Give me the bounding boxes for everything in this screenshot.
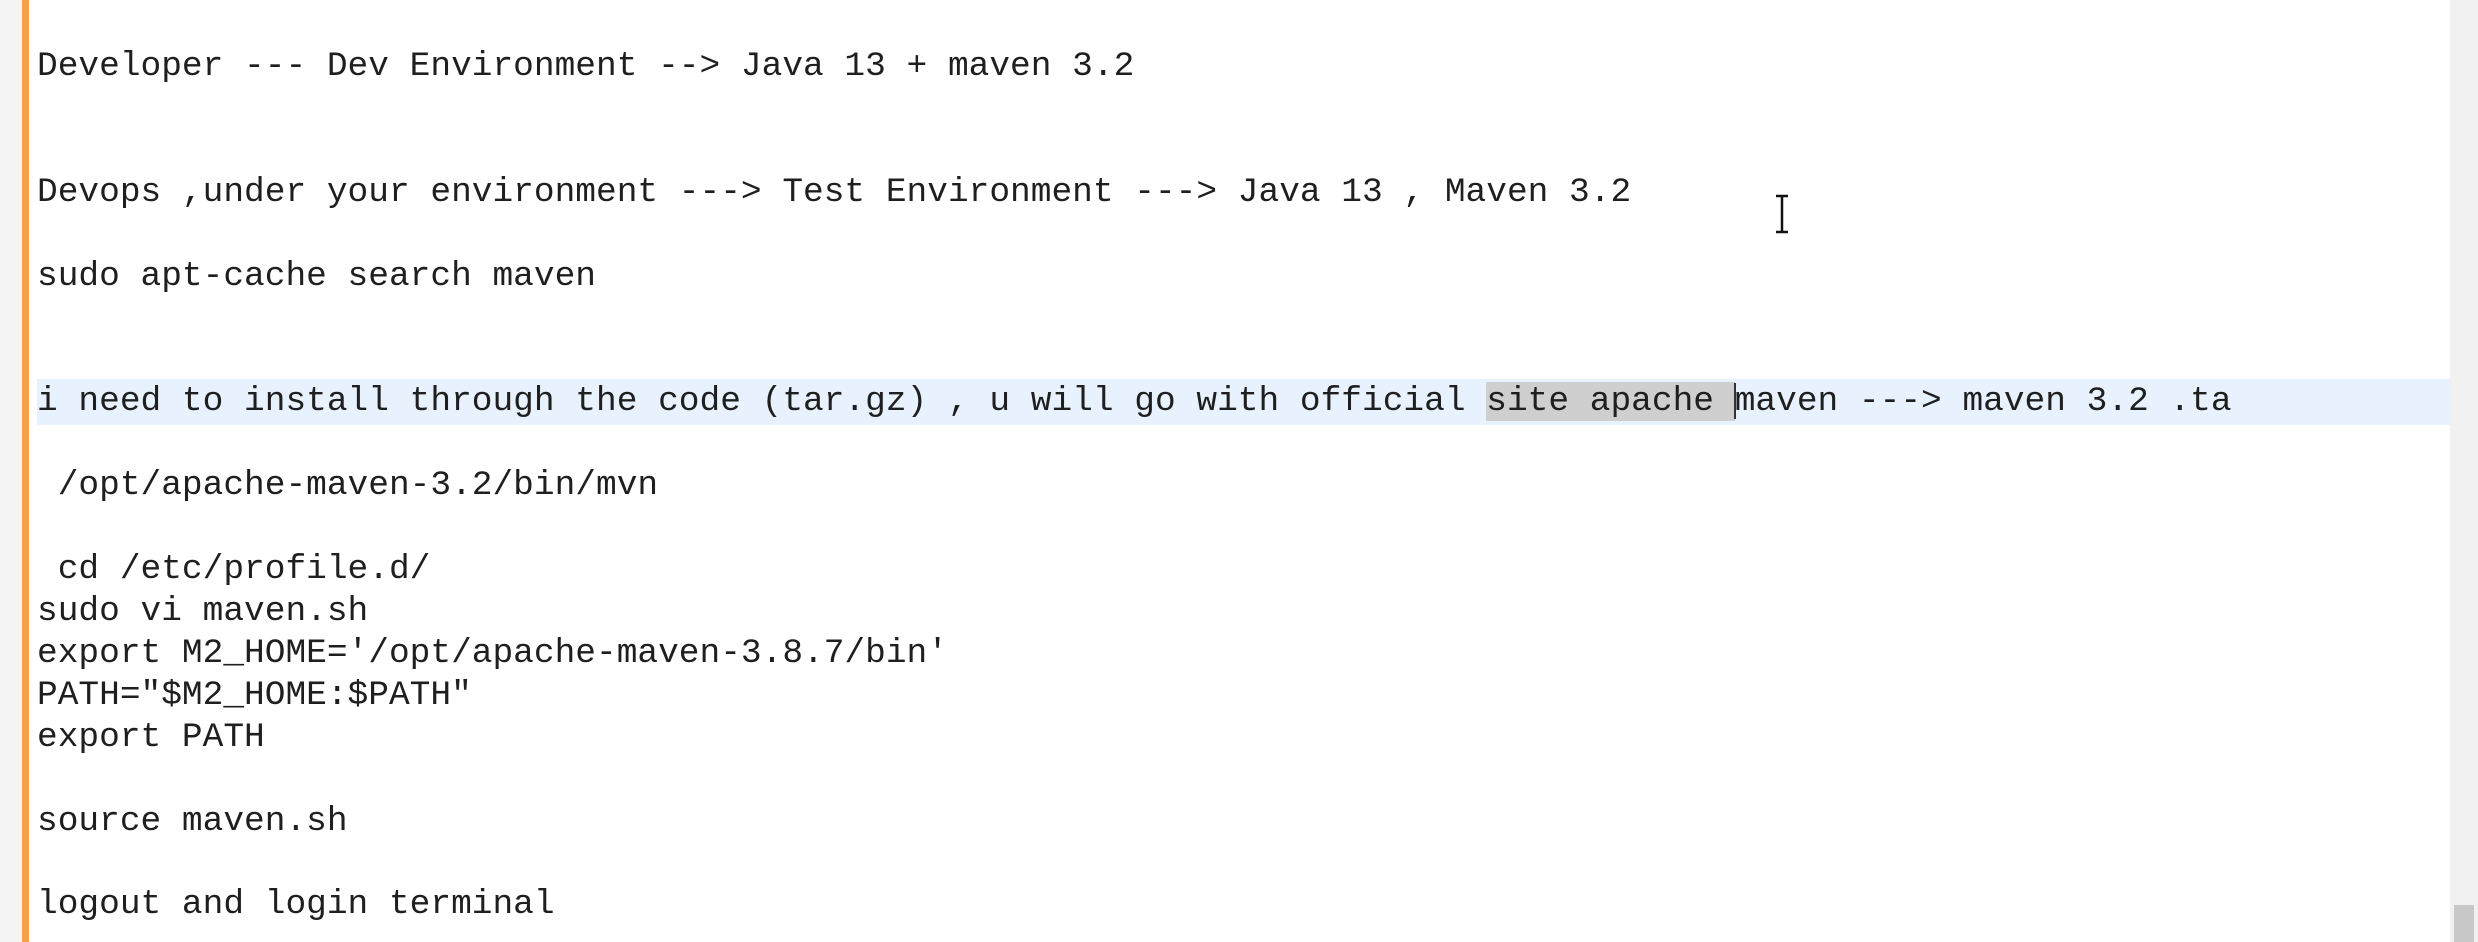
editor-line-5[interactable]: /opt/apache-maven-3.2/bin/mvn bbox=[37, 465, 658, 507]
vertical-scrollbar[interactable] bbox=[2450, 0, 2478, 942]
scrollbar-thumb[interactable] bbox=[2454, 905, 2474, 942]
text-selection[interactable]: site apache bbox=[1486, 382, 1735, 421]
editor-line-10[interactable]: export PATH bbox=[37, 717, 265, 759]
text-cursor-icon bbox=[1773, 194, 1791, 234]
editor-line-11[interactable]: source maven.sh bbox=[37, 801, 348, 843]
editor-line-12[interactable]: logout and login terminal bbox=[37, 884, 555, 926]
editor-line-1[interactable]: Developer --- Dev Environment --> Java 1… bbox=[37, 46, 1134, 88]
line-4-text-after-caret: maven ---> maven 3.2 .ta bbox=[1734, 382, 2232, 421]
editor-line-8[interactable]: export M2_HOME='/opt/apache-maven-3.8.7/… bbox=[37, 633, 948, 675]
editor-line-2[interactable]: Devops ,under your environment ---> Test… bbox=[37, 172, 1631, 214]
editor-line-3[interactable]: sudo apt-cache search maven bbox=[37, 256, 596, 298]
editor-line-4[interactable]: i need to install through the code (tar.… bbox=[37, 381, 2232, 423]
editor-line-6[interactable]: cd /etc/profile.d/ bbox=[37, 549, 431, 591]
text-editor-window: Developer --- Dev Environment --> Java 1… bbox=[0, 0, 2478, 942]
editor-line-7[interactable]: sudo vi maven.sh bbox=[37, 591, 368, 633]
change-history-bar bbox=[22, 0, 29, 942]
editor-text-area[interactable]: Developer --- Dev Environment --> Java 1… bbox=[37, 0, 2450, 942]
line-4-text-before-selection: i need to install through the code (tar.… bbox=[37, 382, 1487, 421]
editor-gutter bbox=[0, 0, 22, 942]
editor-line-9[interactable]: PATH="$M2_HOME:$PATH" bbox=[37, 675, 472, 717]
